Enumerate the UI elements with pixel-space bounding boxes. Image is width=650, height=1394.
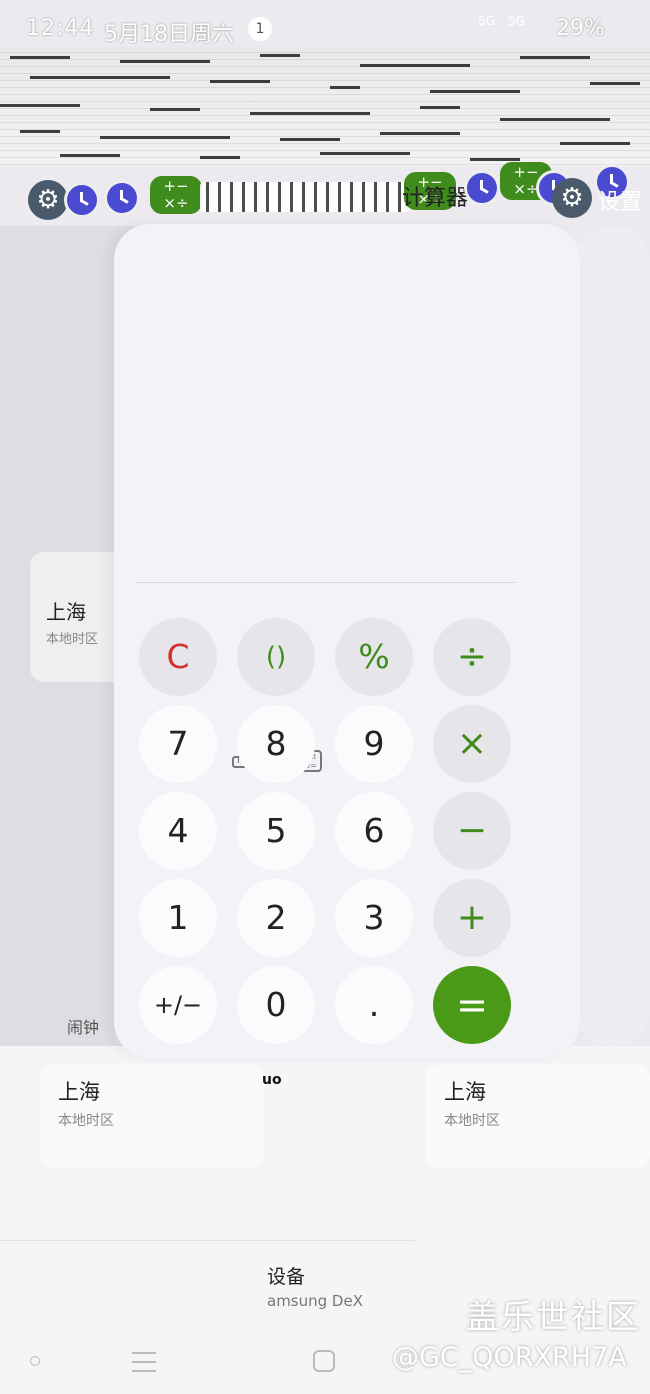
watermark-title: 盖乐世社区 bbox=[466, 1297, 641, 1336]
clear-button[interactable]: C bbox=[139, 618, 217, 696]
nav-dot-icon[interactable] bbox=[30, 1356, 40, 1366]
digit-7-button[interactable]: 7 bbox=[139, 705, 217, 783]
digit-9-button[interactable]: 9 bbox=[335, 705, 413, 783]
clock-app-icon[interactable] bbox=[64, 182, 100, 218]
clock-app-icon[interactable] bbox=[104, 180, 140, 216]
recents-app-bar: ⚙ +− ×÷ +− ×÷ 计算器 +− ×÷ ⚙ 设置 bbox=[0, 162, 650, 224]
recents-glitch-band bbox=[0, 46, 650, 166]
digit-6-button[interactable]: 6 bbox=[335, 792, 413, 870]
digit-3-button[interactable]: 3 bbox=[335, 879, 413, 957]
app-label-smear bbox=[200, 182, 410, 212]
notification-badge: 1 bbox=[248, 17, 272, 41]
multiply-button[interactable]: × bbox=[433, 705, 511, 783]
world-clock-city: 上海 bbox=[444, 1080, 486, 1104]
watermark-handle: @GC_QORXRH7A bbox=[392, 1342, 627, 1373]
world-clock-city: 上海 bbox=[58, 1080, 100, 1104]
text-fragment: uo bbox=[262, 1072, 282, 1088]
parentheses-button[interactable]: () bbox=[237, 618, 315, 696]
digit-5-button[interactable]: 5 bbox=[237, 792, 315, 870]
decimal-point-button[interactable]: . bbox=[335, 966, 413, 1044]
digit-8-button[interactable]: 8 bbox=[237, 705, 315, 783]
settings-gear-icon[interactable]: ⚙ bbox=[552, 178, 592, 218]
digit-4-button[interactable]: 4 bbox=[139, 792, 217, 870]
calculator-app-card[interactable]: √πe= C () % ÷ 7 8 9 × 4 5 6 − 1 2 3 + +/… bbox=[114, 224, 580, 1058]
world-clock-city: 上海 bbox=[46, 600, 86, 624]
clock-app-icon[interactable] bbox=[464, 170, 500, 206]
digit-0-button[interactable]: 0 bbox=[237, 966, 315, 1044]
background-app-card-right[interactable] bbox=[575, 226, 650, 1046]
app-title: 计算器 bbox=[402, 186, 469, 211]
dex-device-subtitle: amsung DeX bbox=[267, 1292, 363, 1310]
signal-icon-2: 5G bbox=[508, 14, 525, 28]
world-clock-timezone: 本地时区 bbox=[444, 1113, 500, 1129]
battery-level: 29% bbox=[556, 16, 605, 41]
subtract-button[interactable]: − bbox=[433, 792, 511, 870]
digit-2-button[interactable]: 2 bbox=[237, 879, 315, 957]
divide-button[interactable]: ÷ bbox=[433, 618, 511, 696]
world-clock-timezone: 本地时区 bbox=[46, 632, 99, 647]
home-icon[interactable] bbox=[313, 1350, 335, 1372]
divider bbox=[0, 1240, 415, 1241]
world-clock-timezone: 本地时区 bbox=[58, 1113, 114, 1129]
recent-apps-icon[interactable] bbox=[132, 1352, 156, 1372]
status-time: 12:44 bbox=[26, 16, 95, 41]
status-date: 5月18日周六 bbox=[104, 22, 234, 47]
keypad-divider bbox=[136, 582, 516, 583]
digit-1-button[interactable]: 1 bbox=[139, 879, 217, 957]
signal-icon: 5G bbox=[478, 14, 495, 28]
settings-app-label: 设置 bbox=[598, 190, 643, 215]
calculator-app-icon[interactable]: +− ×÷ bbox=[150, 176, 202, 214]
negate-button[interactable]: +/− bbox=[139, 966, 217, 1044]
settings-gear-icon[interactable]: ⚙ bbox=[28, 180, 68, 220]
equals-button[interactable]: = bbox=[433, 966, 511, 1044]
percent-button[interactable]: % bbox=[335, 618, 413, 696]
add-button[interactable]: + bbox=[433, 879, 511, 957]
alarm-tab-label: 闹钟 bbox=[67, 1018, 100, 1037]
dex-device-title: 设备 bbox=[267, 1266, 306, 1288]
